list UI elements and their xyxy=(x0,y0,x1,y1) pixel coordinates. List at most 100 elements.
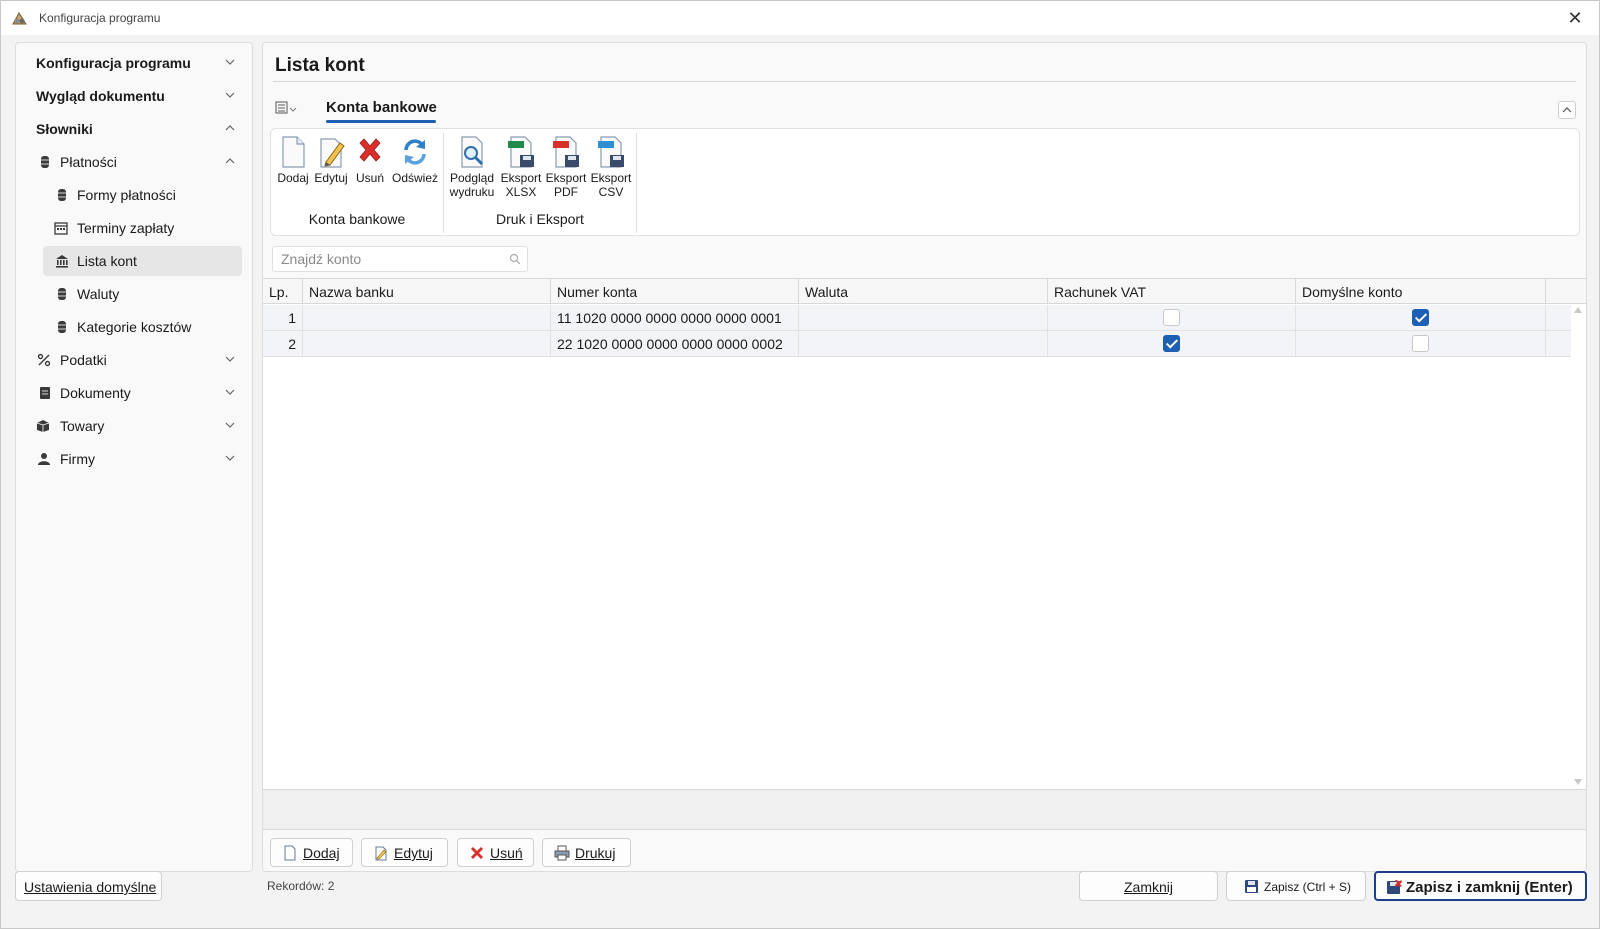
ribbon-add-button[interactable]: Dodaj xyxy=(275,135,311,185)
cell-lp: 2 xyxy=(263,331,303,356)
printer-icon xyxy=(554,845,570,861)
sidebar-item-label: Towary xyxy=(60,418,105,434)
save-button[interactable]: Zapisz (Ctrl + S) xyxy=(1226,871,1366,901)
export-csv-icon xyxy=(598,136,624,168)
chevron-down-icon xyxy=(225,356,235,362)
sidebar-item-kategorie-kosztow[interactable]: Kategorie kosztów xyxy=(16,312,252,342)
cell-vat xyxy=(1048,331,1296,356)
ribbon-button-label: Eksport xyxy=(545,171,587,185)
delete-button[interactable]: Usuń xyxy=(457,838,534,867)
sidebar-item-dokumenty[interactable]: Dokumenty xyxy=(16,378,252,408)
column-header-rachunek-vat[interactable]: Rachunek VAT xyxy=(1048,279,1296,304)
ribbon-button-label: Dodaj xyxy=(277,171,309,185)
ribbon-edit-button[interactable]: Edytuj xyxy=(313,135,349,185)
save-disk-icon xyxy=(1245,880,1258,893)
vat-checkbox[interactable] xyxy=(1163,309,1180,326)
new-document-icon xyxy=(282,136,305,168)
cell-default xyxy=(1296,305,1546,330)
sidebar-item-podatki[interactable]: Podatki xyxy=(16,345,252,375)
print-button[interactable]: Drukuj xyxy=(542,838,631,867)
sidebar-item-lista-kont[interactable]: Lista kont xyxy=(43,246,242,276)
sidebar-item-firmy[interactable]: Firmy xyxy=(16,444,252,474)
sidebar-item-label: Dokumenty xyxy=(60,385,131,401)
cell-vat xyxy=(1048,305,1296,330)
default-settings-button[interactable]: Ustawienia domyślne xyxy=(15,871,162,901)
tab-konta-bankowe[interactable]: Konta bankowe xyxy=(326,99,437,116)
column-header-lp[interactable]: Lp. xyxy=(263,279,303,304)
cylinder-icon xyxy=(58,288,66,300)
sidebar: Konfiguracja programu Wygląd dokumentu S… xyxy=(15,42,253,872)
cell-currency xyxy=(799,305,1048,330)
table-row[interactable]: 2 22 1020 0000 0000 0000 0000 0002 xyxy=(263,331,1571,357)
sidebar-item-label: Firmy xyxy=(60,451,95,467)
sidebar-item-label: Lista kont xyxy=(77,253,137,269)
ribbon-delete-button[interactable]: Usuń xyxy=(352,135,388,185)
close-button[interactable]: Zamknij xyxy=(1079,871,1218,901)
calendar-icon xyxy=(54,222,68,235)
ribbon-refresh-button[interactable]: Odśwież xyxy=(391,135,439,185)
sidebar-item-formy-platnosci[interactable]: Formy płatności xyxy=(16,180,252,210)
vat-checkbox[interactable] xyxy=(1163,335,1180,352)
button-label: Ustawienia domyślne xyxy=(24,879,157,895)
ribbon-export-xlsx-button[interactable]: Eksport XLSX xyxy=(499,135,543,199)
ribbon-button-label: Eksport xyxy=(500,171,542,185)
table-row[interactable]: 1 11 1020 0000 0000 0000 0000 0001 xyxy=(263,305,1571,331)
sidebar-item-konfiguracja-programu[interactable]: Konfiguracja programu xyxy=(16,48,252,78)
sidebar-item-terminy-zaplaty[interactable]: Terminy zapłaty xyxy=(16,213,252,243)
scroll-down-arrow[interactable] xyxy=(1574,779,1582,785)
export-pdf-icon xyxy=(553,136,579,168)
chevron-down-icon xyxy=(225,92,235,98)
search-icon xyxy=(509,253,521,265)
button-label: Drukuj xyxy=(575,845,616,861)
column-header-numer-konta[interactable]: Numer konta xyxy=(551,279,799,304)
edit-pencil-icon xyxy=(320,138,345,168)
sidebar-item-platnosci[interactable]: Płatności xyxy=(16,147,252,177)
ribbon-menu-icon[interactable] xyxy=(275,100,297,116)
percent-icon xyxy=(37,353,51,367)
scroll-up-arrow[interactable] xyxy=(1574,307,1582,313)
page-title: Lista kont xyxy=(275,55,365,76)
sidebar-item-towary[interactable]: Towary xyxy=(16,411,252,441)
default-account-checkbox[interactable] xyxy=(1412,309,1429,326)
sidebar-item-label: Konfiguracja programu xyxy=(36,55,191,71)
search-input[interactable] xyxy=(281,250,501,268)
sidebar-item-label: Waluty xyxy=(77,286,120,302)
chevron-down-icon xyxy=(225,389,235,395)
refresh-icon xyxy=(404,139,426,165)
ribbon-button-label: PDF xyxy=(554,185,578,199)
add-button[interactable]: Dodaj xyxy=(270,838,353,867)
print-preview-icon xyxy=(461,136,484,168)
cylinder-icon xyxy=(58,189,66,201)
cell-bank-name xyxy=(303,305,551,330)
edit-button[interactable]: Edytuj xyxy=(361,838,448,867)
ribbon-print-preview-button[interactable]: Podgląd wydruku xyxy=(447,135,497,199)
ribbon-export-pdf-button[interactable]: Eksport PDF xyxy=(544,135,588,199)
settings-window: Konfiguracja programu ✕ Konfiguracja pro… xyxy=(0,0,1600,929)
delete-x-icon xyxy=(471,847,483,859)
default-account-checkbox[interactable] xyxy=(1412,335,1429,352)
button-label: Edytuj xyxy=(394,845,433,861)
ribbon: Dodaj Edytuj Usuń Odśwież Konta bankowe … xyxy=(270,128,1580,236)
column-header-domyslne-konto[interactable]: Domyślne konto xyxy=(1296,279,1546,304)
ribbon-button-label: Usuń xyxy=(355,171,384,185)
sidebar-item-label: Terminy zapłaty xyxy=(77,220,175,236)
chevron-up-icon xyxy=(1562,107,1572,113)
sidebar-item-wyglad-dokumentu[interactable]: Wygląd dokumentu xyxy=(16,81,252,111)
ribbon-button-label: Edytuj xyxy=(314,171,348,185)
close-icon[interactable]: ✕ xyxy=(1563,7,1587,29)
sidebar-item-label: Płatności xyxy=(60,154,117,170)
sidebar-item-slowniki[interactable]: Słowniki xyxy=(16,114,252,144)
column-header-waluta[interactable]: Waluta xyxy=(799,279,1048,304)
sidebar-item-label: Słowniki xyxy=(36,121,93,137)
ribbon-collapse-button[interactable] xyxy=(1558,101,1576,119)
chevron-up-icon xyxy=(225,125,235,131)
cell-currency xyxy=(799,331,1048,356)
sidebar-item-label: Wygląd dokumentu xyxy=(36,88,165,104)
save-and-close-button[interactable]: Zapisz i zamknij (Enter) xyxy=(1374,871,1587,901)
ribbon-button-label: Odśwież xyxy=(391,171,438,185)
ribbon-export-csv-button[interactable]: Eksport CSV xyxy=(589,135,633,199)
sidebar-item-waluty[interactable]: Waluty xyxy=(16,279,252,309)
column-header-nazwa-banku[interactable]: Nazwa banku xyxy=(303,279,551,304)
edit-pencil-icon xyxy=(375,846,387,861)
button-label: Usuń xyxy=(490,845,523,861)
